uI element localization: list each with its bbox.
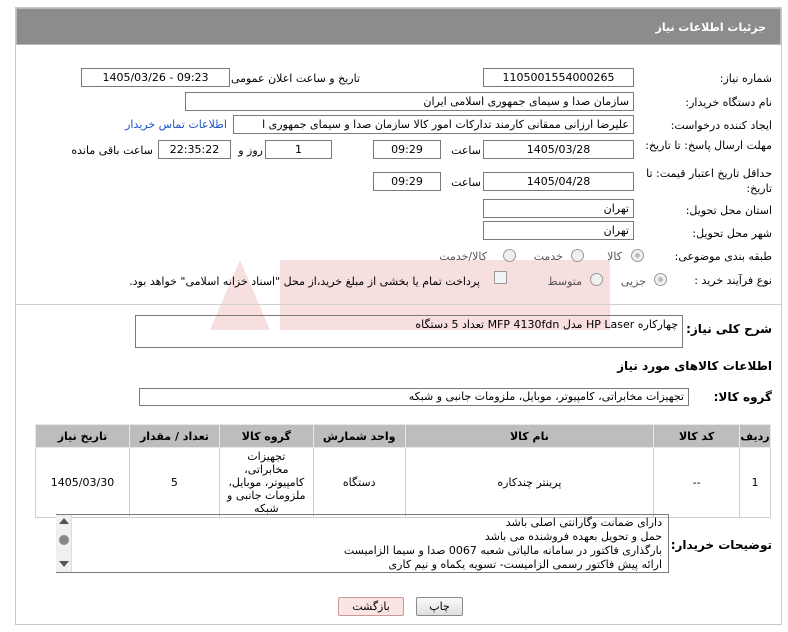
buyer-notes-label: توضیحات خریدار: <box>670 538 772 552</box>
cell-unit: دستگاه <box>312 447 406 518</box>
validity-date-field: 1405/04/28 <box>483 172 634 191</box>
description-text: چهارکاره HP Laser مدل MFP 4130fdn تعداد … <box>415 318 678 331</box>
buyer-org-field: سازمان صدا و سیمای جمهوری اسلامی ایران <box>185 92 634 111</box>
category-option-goods: کالا <box>607 250 622 263</box>
validity-time-label: ساعت <box>451 176 481 189</box>
need-number-field: 1105001554000265 <box>483 68 634 87</box>
table-header-row: ردیف کد کالا نام کالا واحد شمارش گروه کا… <box>35 424 771 448</box>
process-option-medium: متوسط <box>547 275 582 288</box>
goods-info-title: اطلاعات کالاهای مورد نیاز <box>617 359 772 373</box>
validity-label: حداقل تاریخ اعتبار قیمت: تا تاریخ: <box>646 167 772 195</box>
buyer-contact-link[interactable]: اطلاعات تماس خریدار <box>125 118 227 131</box>
requester-field: علیرضا ارزانی ممقانی کارمند تدارکات امور… <box>233 115 634 134</box>
description-label: شرح کلی نیاز: <box>686 322 772 336</box>
cell-group: تجهیزات مخابراتی، کامپیوتر، موبایل، ملزو… <box>218 447 314 518</box>
cell-qty: 5 <box>129 447 220 518</box>
divider <box>16 304 781 305</box>
process-option-minor: جزیی <box>620 275 646 288</box>
col-header-date: تاریخ نیاز <box>35 424 130 448</box>
day-label: روز و <box>238 144 263 157</box>
remaining-label: ساعت باقی مانده <box>71 144 153 157</box>
announce-label: تاریخ و ساعت اعلان عمومی: <box>227 72 360 85</box>
category-label: طبقه بندی موضوعی: <box>674 250 772 263</box>
col-header-unit: واحد شمارش <box>312 424 406 448</box>
province-field: تهران <box>483 199 634 218</box>
city-field: تهران <box>483 221 634 240</box>
payment-note: پرداخت تمام یا بخشی از مبلغ خرید،از محل … <box>129 275 480 288</box>
deadline-date-field: 1405/03/28 <box>483 140 634 159</box>
col-header-code: کد کالا <box>653 424 741 448</box>
notes-scrollbar[interactable] <box>56 515 72 572</box>
buyer-note-line: ارائه پیش فاکتور رسمی الزامیست- تسویه یک… <box>388 558 662 571</box>
description-textarea[interactable]: چهارکاره HP Laser مدل MFP 4130fdn تعداد … <box>135 315 683 348</box>
scroll-up-icon[interactable] <box>59 518 69 524</box>
table-row: 1 -- پرینتر چندکاره دستگاه تجهیزات مخابر… <box>35 447 771 518</box>
process-radio-medium[interactable] <box>590 273 603 286</box>
need-number-label: شماره نیاز: <box>719 72 772 85</box>
requester-label: ایجاد کننده درخواست: <box>670 119 772 132</box>
buyer-note-line: بارگذاری فاکتور در سامانه مالیاتی شعبه 0… <box>343 544 662 557</box>
category-radio-goods[interactable] <box>631 249 644 262</box>
buyer-note-line: حمل و تحویل بعهده فروشنده می باشد <box>484 530 662 543</box>
cell-code: -- <box>653 447 741 518</box>
deadline-time-label: ساعت <box>451 144 481 157</box>
validity-time-field: 09:29 <box>373 172 441 191</box>
cell-date: 1405/03/30 <box>35 447 130 518</box>
category-radio-goods-service[interactable] <box>503 249 516 262</box>
deadline-label: مهلت ارسال پاسخ: تا تاریخ: <box>645 139 772 152</box>
remaining-time-field: 22:35:22 <box>158 140 231 159</box>
col-header-row-no: ردیف <box>739 424 771 448</box>
col-header-qty: تعداد / مقدار <box>129 424 220 448</box>
goods-group-label: گروه کالا: <box>713 390 772 404</box>
back-button[interactable]: بازگشت <box>338 597 404 616</box>
cell-row-no: 1 <box>739 447 771 518</box>
province-label: استان محل تحویل: <box>685 204 772 217</box>
announce-field: 1405/03/26 - 09:23 <box>81 68 230 87</box>
print-button[interactable]: چاپ <box>416 597 463 616</box>
col-header-name: نام کالا <box>404 424 655 448</box>
deadline-time-field: 09:29 <box>373 140 441 159</box>
buyer-note-line: دارای ضمانت وگارانتی اصلی باشد <box>505 516 662 529</box>
cell-name: پرینتر چندکاره <box>404 447 655 518</box>
col-header-group: گروه کالا <box>218 424 314 448</box>
process-radio-minor[interactable] <box>654 273 667 286</box>
scroll-thumb-icon[interactable] <box>59 535 69 545</box>
category-option-service: خدمت <box>533 250 563 263</box>
page-title: جزئیات اطلاعات نیاز <box>655 21 767 34</box>
goods-group-field: تجهیزات مخابراتی، کامپیوتر، موبایل، ملزو… <box>139 388 689 406</box>
category-option-goods-service: کالا/خدمت <box>439 250 487 263</box>
payment-checkbox[interactable] <box>494 271 507 284</box>
category-radio-service[interactable] <box>571 249 584 262</box>
items-table: ردیف کد کالا نام کالا واحد شمارش گروه کا… <box>35 424 771 518</box>
scroll-down-icon[interactable] <box>59 561 69 567</box>
process-label: نوع فرآیند خرید : <box>694 274 772 287</box>
buyer-notes-textarea[interactable]: دارای ضمانت وگارانتی اصلی باشد حمل و تحو… <box>56 514 669 573</box>
buyer-org-label: نام دستگاه خریدار: <box>685 96 772 109</box>
title-bar: جزئیات اطلاعات نیاز <box>16 8 781 45</box>
days-remaining-field: 1 <box>265 140 332 159</box>
city-label: شهر محل تحویل: <box>692 227 772 240</box>
